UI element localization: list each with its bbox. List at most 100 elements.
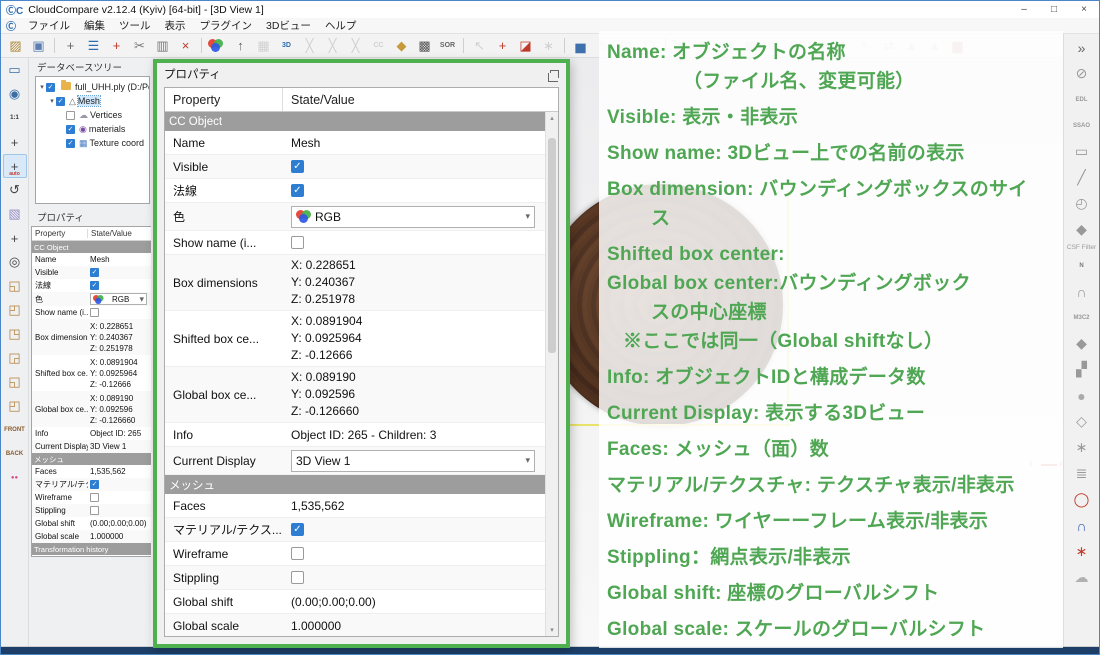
- checkbox-show-name-i[interactable]: [90, 308, 99, 317]
- pick-arrow-button[interactable]: ↖: [468, 35, 491, 56]
- checkbox-item-3[interactable]: ✓: [90, 281, 99, 290]
- checkbox-visible[interactable]: ✓: [291, 160, 304, 173]
- clip-box-button[interactable]: ◪: [514, 35, 537, 56]
- full-screen-button[interactable]: ▭: [3, 58, 27, 82]
- view-front-button[interactable]: ◰: [3, 298, 27, 322]
- octree-button[interactable]: ▦: [252, 35, 275, 56]
- pivot-center-button[interactable]: +: [3, 130, 27, 154]
- visibility-checkbox[interactable]: ✓: [66, 125, 75, 134]
- align-pair-button[interactable]: ╳: [298, 35, 321, 56]
- normals-button[interactable]: ↑: [229, 35, 252, 56]
- clone-button[interactable]: ▥: [151, 35, 174, 56]
- cloud-compare-button[interactable]: CC: [367, 35, 390, 56]
- minimize-button[interactable]: –: [1009, 1, 1039, 18]
- save-button[interactable]: ▣: [27, 35, 50, 56]
- screenshot-camera-button[interactable]: ◉: [3, 82, 27, 106]
- zoom-magnifier-button[interactable]: ◎: [3, 250, 27, 274]
- checker-button[interactable]: ▩: [413, 35, 436, 56]
- normal-vector-button[interactable]: N: [1069, 253, 1095, 278]
- view-top-button[interactable]: ◱: [3, 274, 27, 298]
- fan-segment-button[interactable]: ∗: [537, 35, 560, 56]
- checkbox-item-13[interactable]: ✓: [90, 480, 99, 489]
- translate-rotate-button[interactable]: +: [491, 35, 514, 56]
- rgb-colors-button[interactable]: [206, 35, 229, 56]
- ellipse-plugin-button[interactable]: ◯: [1069, 487, 1095, 512]
- menu-tools[interactable]: ツール: [112, 18, 158, 33]
- align-button[interactable]: ╳: [321, 35, 344, 56]
- checkbox-visible[interactable]: ✓: [90, 268, 99, 277]
- menu-edit[interactable]: 編集: [77, 18, 112, 33]
- dropdown-item-4[interactable]: RGB▾: [291, 206, 535, 228]
- menu-help[interactable]: ヘルプ: [318, 18, 364, 33]
- global-shift-button[interactable]: +: [59, 35, 82, 56]
- animation-button[interactable]: ▭: [1069, 139, 1095, 164]
- dropdown-item-4[interactable]: RGB▾: [90, 293, 147, 305]
- table-scrollbar[interactable]: ▴ ▾: [545, 112, 558, 636]
- view-back-button[interactable]: ◱: [3, 370, 27, 394]
- match-scales-button[interactable]: ╳: [344, 35, 367, 56]
- view-bottom-button[interactable]: ◰: [3, 394, 27, 418]
- properties-list-button[interactable]: ☰: [82, 35, 105, 56]
- checkbox-wireframe[interactable]: [291, 547, 304, 560]
- checkbox-stippling[interactable]: [90, 506, 99, 515]
- checkbox-item-13[interactable]: ✓: [291, 523, 304, 536]
- terrain-classif-button[interactable]: ▞: [1069, 357, 1095, 382]
- collapse-button[interactable]: »: [1069, 35, 1095, 60]
- open-button[interactable]: ▨: [4, 35, 27, 56]
- tree-item-materials[interactable]: ✓◉materials: [36, 122, 149, 136]
- tree-item-texture-coord[interactable]: ✓▦Texture coord: [36, 136, 149, 150]
- edl-shader-button[interactable]: EDL: [1069, 87, 1095, 112]
- dialog-title-bar[interactable]: プロパティ: [157, 63, 566, 85]
- maximize-button[interactable]: □: [1039, 1, 1069, 18]
- ssao-shader-button[interactable]: SSAO: [1069, 113, 1095, 138]
- menu-file[interactable]: ファイル: [21, 18, 77, 33]
- magnet-plugin-button[interactable]: ∩: [1069, 513, 1095, 538]
- sor-filter-button[interactable]: SOR: [436, 35, 459, 56]
- sphere-tool-button[interactable]: ●: [1069, 383, 1095, 408]
- 3d-views-button[interactable]: 3D: [275, 35, 298, 56]
- cloud-layers-button[interactable]: ☁: [1069, 565, 1095, 590]
- gears-plugin-button[interactable]: ∗: [1069, 435, 1095, 460]
- ransac-detect-button[interactable]: ◇: [1069, 409, 1095, 434]
- close-button[interactable]: ×: [1069, 1, 1099, 18]
- dropdown-current-display[interactable]: 3D View 1▾: [291, 450, 535, 472]
- rotate-view-button[interactable]: ↺: [3, 178, 27, 202]
- view-left-button[interactable]: ◳: [3, 322, 27, 346]
- menu-display[interactable]: 表示: [158, 18, 193, 33]
- pan-view-button[interactable]: +: [3, 226, 27, 250]
- checkbox-stippling[interactable]: [291, 571, 304, 584]
- disabled-tool-button[interactable]: ⊘: [1069, 61, 1095, 86]
- scroll-up-icon[interactable]: ▴: [546, 114, 558, 122]
- layers-plugin-button[interactable]: ≣: [1069, 461, 1095, 486]
- menu-3d-view[interactable]: 3Dビュー: [259, 18, 318, 33]
- visibility-checkbox[interactable]: ✓: [66, 139, 75, 148]
- perspective-cube-button[interactable]: ▧: [3, 202, 27, 226]
- expander-icon[interactable]: ▾: [38, 83, 46, 91]
- visibility-checkbox[interactable]: [66, 111, 75, 120]
- shield-canupo-button[interactable]: ◆: [1069, 331, 1095, 356]
- menu-plugins[interactable]: プラグイン: [193, 18, 260, 33]
- stereo-mode-button[interactable]: ●●: [3, 466, 27, 490]
- visibility-checkbox[interactable]: ✓: [56, 97, 65, 106]
- pcv-plugin-button[interactable]: ∗: [1069, 539, 1095, 564]
- compass-button[interactable]: ◴: [1069, 191, 1095, 216]
- tree-item-vertices[interactable]: ☁Vertices: [36, 108, 149, 122]
- view-iso-front-button[interactable]: FRONT: [3, 418, 27, 442]
- shield-csf-button[interactable]: ◆: [1069, 217, 1095, 242]
- expander-icon[interactable]: ▾: [48, 97, 56, 105]
- scroll-down-icon[interactable]: ▾: [546, 626, 558, 634]
- visibility-checkbox[interactable]: ✓: [46, 83, 55, 92]
- point-list-picking-button[interactable]: +: [105, 35, 128, 56]
- clean-broom-button[interactable]: ╱: [1069, 165, 1095, 190]
- m3c2-button[interactable]: M3C2: [1069, 305, 1095, 330]
- view-iso-back-button[interactable]: BACK: [3, 442, 27, 466]
- scrollbar-thumb[interactable]: [548, 138, 556, 353]
- density-bell-button[interactable]: ◆: [390, 35, 413, 56]
- view-right-button[interactable]: ◲: [3, 346, 27, 370]
- float-panel-icon[interactable]: [550, 70, 559, 78]
- delete-button[interactable]: ×: [174, 35, 197, 56]
- segment-button[interactable]: ✂: [128, 35, 151, 56]
- tree-item-full-uhh-ply-d-pot[interactable]: ▾✓full_UHH.ply (D:/Pot: [36, 80, 149, 94]
- tree-item-mesh[interactable]: ▾✓△Mesh: [36, 94, 149, 108]
- histogram-button[interactable]: ▅: [569, 35, 592, 56]
